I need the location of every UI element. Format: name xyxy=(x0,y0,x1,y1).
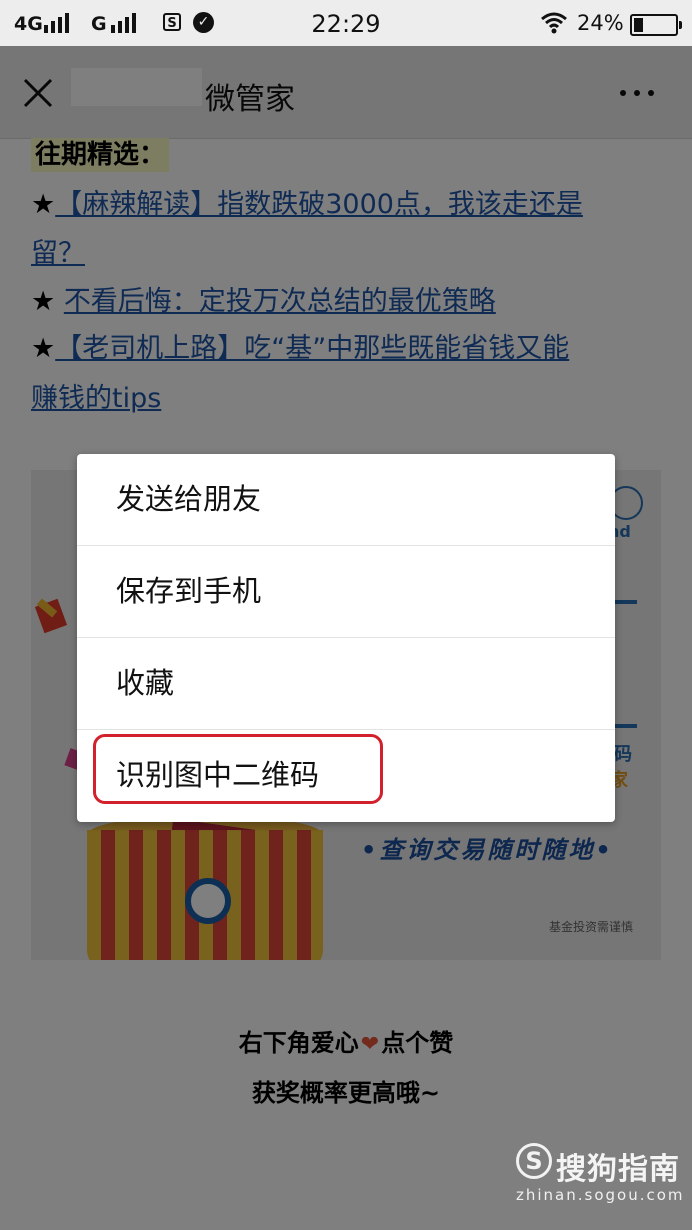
watermark-brand: 搜狗指南 xyxy=(556,1152,680,1187)
battery-nub xyxy=(679,21,682,29)
menu-item-send-to-friend[interactable]: 发送给朋友 xyxy=(77,454,615,545)
battery-fill xyxy=(634,18,643,32)
wifi-icon xyxy=(541,12,567,34)
menu-item-save-to-phone[interactable]: 保存到手机 xyxy=(77,545,615,636)
sogou-logo-icon: S xyxy=(516,1143,552,1179)
status-bar: 4G G S ✓ 22:29 24% xyxy=(0,0,692,46)
battery-icon xyxy=(630,14,682,36)
annotation-highlight-box xyxy=(93,734,383,804)
watermark-url: zhinan.sogou.com xyxy=(516,1186,685,1204)
battery-percent: 24% xyxy=(577,11,624,35)
menu-item-favorite[interactable]: 收藏 xyxy=(77,637,615,728)
